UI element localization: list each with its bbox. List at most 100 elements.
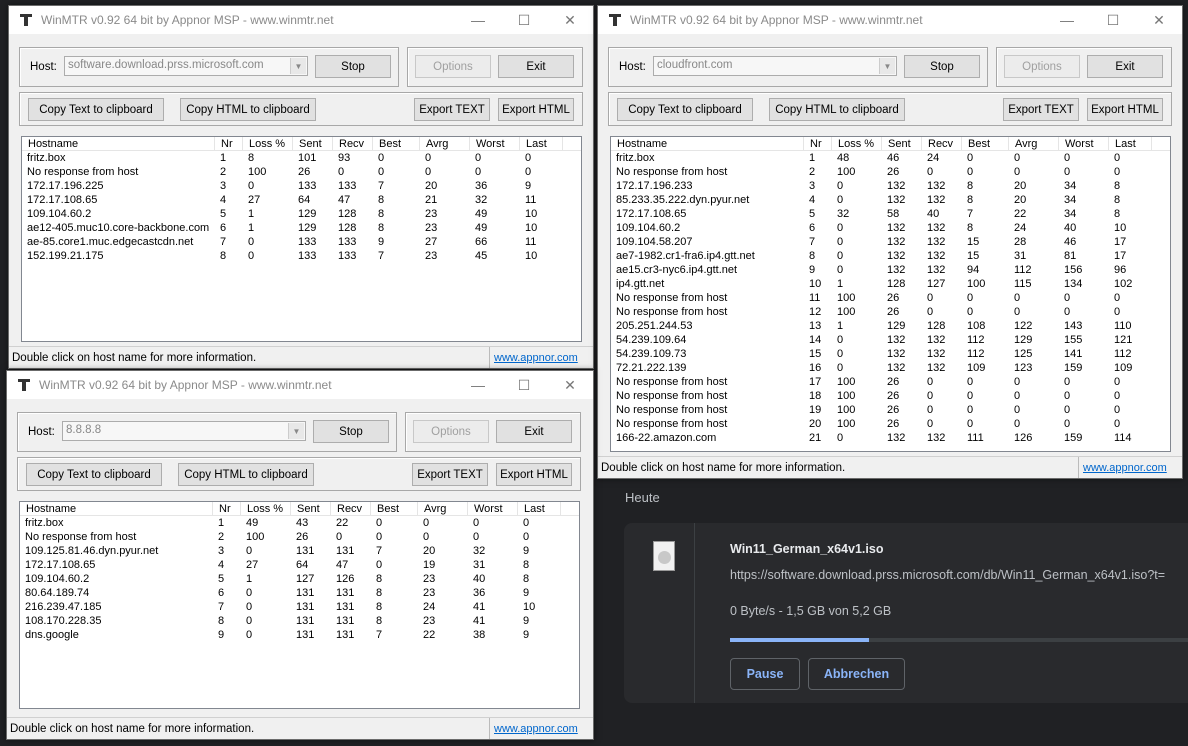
column-header[interactable]: Best <box>962 137 1009 150</box>
table-row[interactable]: 172.17.196.233 3 0 132 132 8 20 34 8 <box>611 179 1170 193</box>
column-header[interactable]: Sent <box>882 137 922 150</box>
maximize-button[interactable]: ☐ <box>501 371 547 399</box>
download-file-name[interactable]: Win11_German_x64v1.iso <box>730 542 883 556</box>
host-combobox[interactable]: 8.8.8.8 ▼ <box>62 421 306 441</box>
results-table[interactable]: Hostname Nr Loss % Sent Recv Best Avrg Worst Las… <box>19 501 580 709</box>
table-row[interactable]: 172.17.196.225 3 0 133 133 7 20 36 9 <box>22 179 581 193</box>
download-url[interactable]: https://software.download.prss.microsoft… <box>730 568 1165 582</box>
column-header[interactable]: Avrg <box>420 137 470 150</box>
column-header[interactable]: Recv <box>331 502 371 515</box>
table-row[interactable]: 54.239.109.73 15 0 132 132 112 125 141 112 <box>611 347 1170 361</box>
table-row[interactable]: fritz.box 1 49 43 22 0 0 0 0 <box>20 516 579 530</box>
column-header[interactable]: Avrg <box>418 502 468 515</box>
column-header[interactable]: Hostname <box>20 502 213 515</box>
host-combobox[interactable]: cloudfront.com ▼ <box>653 56 897 76</box>
export-html-button[interactable]: Export HTML <box>1087 98 1163 121</box>
column-header[interactable]: Hostname <box>611 137 804 150</box>
table-row[interactable]: 152.199.21.175 8 0 133 133 7 23 45 10 <box>22 249 581 263</box>
table-row[interactable]: 109.125.81.46.dyn.pyur.net 3 0 131 131 7 20 32 9 <box>20 544 579 558</box>
pause-button[interactable]: Pause <box>730 658 800 690</box>
table-row[interactable]: No response from host 17 100 26 0 0 0 0 0 <box>611 375 1170 389</box>
table-row[interactable]: No response from host 2 100 26 0 0 0 0 0 <box>20 530 579 544</box>
minimize-button[interactable]: — <box>455 6 501 34</box>
table-row[interactable]: No response from host 19 100 26 0 0 0 0 0 <box>611 403 1170 417</box>
table-row[interactable]: ae-85.core1.muc.edgecastcdn.net 7 0 133 133 9… <box>22 235 581 249</box>
table-row[interactable]: ae7-1982.cr1-fra6.ip4.gtt.net 8 0 132 132 15 3… <box>611 249 1170 263</box>
export-text-button[interactable]: Export TEXT <box>412 463 488 486</box>
maximize-button[interactable]: ☐ <box>1090 6 1136 34</box>
table-row[interactable]: No response from host 20 100 26 0 0 0 0 0 <box>611 417 1170 431</box>
minimize-button[interactable]: — <box>455 371 501 399</box>
table-row[interactable]: 172.17.108.65 4 27 64 47 0 19 31 8 <box>20 558 579 572</box>
copy-text-button[interactable]: Copy Text to clipboard <box>26 463 162 486</box>
exit-button[interactable]: Exit <box>1087 55 1163 78</box>
table-row[interactable]: No response from host 12 100 26 0 0 0 0 0 <box>611 305 1170 319</box>
results-table[interactable]: Hostname Nr Loss % Sent Recv Best Avrg Worst Las… <box>21 136 582 342</box>
column-header[interactable]: Worst <box>470 137 520 150</box>
column-header[interactable]: Worst <box>468 502 518 515</box>
column-header[interactable]: Last <box>518 502 561 515</box>
copy-text-button[interactable]: Copy Text to clipboard <box>28 98 164 121</box>
table-row[interactable]: 109.104.60.2 5 1 129 128 8 23 49 10 <box>22 207 581 221</box>
export-html-button[interactable]: Export HTML <box>496 463 572 486</box>
table-row[interactable]: 205.251.244.53 13 1 129 128 108 122 143 110 <box>611 319 1170 333</box>
table-row[interactable]: 166-22.amazon.com 21 0 132 132 111 126 159 114 <box>611 431 1170 445</box>
export-text-button[interactable]: Export TEXT <box>1003 98 1079 121</box>
column-header[interactable]: Last <box>1109 137 1152 150</box>
export-text-button[interactable]: Export TEXT <box>414 98 490 121</box>
close-button[interactable]: ✕ <box>1136 6 1182 34</box>
column-header[interactable]: Last <box>520 137 563 150</box>
table-row[interactable]: ae15.cr3-nyc6.ip4.gtt.net 9 0 132 132 94 112 15… <box>611 263 1170 277</box>
table-row[interactable]: ip4.gtt.net 10 1 128 127 100 115 134 102 <box>611 277 1170 291</box>
column-header[interactable]: Nr <box>804 137 832 150</box>
results-table[interactable]: Hostname Nr Loss % Sent Recv Best Avrg Worst Las… <box>610 136 1171 452</box>
stop-button[interactable]: Stop <box>904 55 980 78</box>
table-row[interactable]: fritz.box 1 8 101 93 0 0 0 0 <box>22 151 581 165</box>
table-row[interactable]: 72.21.222.139 16 0 132 132 109 123 159 109 <box>611 361 1170 375</box>
copy-text-button[interactable]: Copy Text to clipboard <box>617 98 753 121</box>
table-row[interactable]: 80.64.189.74 6 0 131 131 8 23 36 9 <box>20 586 579 600</box>
close-button[interactable]: ✕ <box>547 371 593 399</box>
table-row[interactable]: dns.google 9 0 131 131 7 22 38 9 <box>20 628 579 642</box>
export-html-button[interactable]: Export HTML <box>498 98 574 121</box>
table-row[interactable]: fritz.box 1 48 46 24 0 0 0 0 <box>611 151 1170 165</box>
maximize-button[interactable]: ☐ <box>501 6 547 34</box>
table-row[interactable]: No response from host 2 100 26 0 0 0 0 0 <box>611 165 1170 179</box>
table-row[interactable]: 109.104.60.2 6 0 132 132 8 24 40 10 <box>611 221 1170 235</box>
column-header[interactable]: Best <box>373 137 420 150</box>
chevron-down-icon[interactable]: ▼ <box>290 58 306 74</box>
table-row[interactable]: 172.17.108.65 4 27 64 47 8 21 32 11 <box>22 193 581 207</box>
table-row[interactable]: No response from host 11 100 26 0 0 0 0 0 <box>611 291 1170 305</box>
host-combobox[interactable]: software.download.prss.microsoft.com ▼ <box>64 56 308 76</box>
column-header[interactable]: Recv <box>333 137 373 150</box>
table-row[interactable]: 108.170.228.35 8 0 131 131 8 23 41 9 <box>20 614 579 628</box>
stop-button[interactable]: Stop <box>315 55 391 78</box>
table-row[interactable]: No response from host 2 100 26 0 0 0 0 0 <box>22 165 581 179</box>
appnor-link[interactable]: www.appnor.com <box>1078 457 1182 478</box>
column-header[interactable]: Loss % <box>243 137 293 150</box>
table-row[interactable]: 172.17.108.65 5 32 58 40 7 22 34 8 <box>611 207 1170 221</box>
column-header[interactable]: Avrg <box>1009 137 1059 150</box>
column-header[interactable]: Hostname <box>22 137 215 150</box>
table-row[interactable]: No response from host 18 100 26 0 0 0 0 0 <box>611 389 1170 403</box>
exit-button[interactable]: Exit <box>498 55 574 78</box>
stop-button[interactable]: Stop <box>313 420 389 443</box>
table-row[interactable]: 109.104.60.2 5 1 127 126 8 23 40 8 <box>20 572 579 586</box>
exit-button[interactable]: Exit <box>496 420 572 443</box>
column-header[interactable]: Sent <box>293 137 333 150</box>
copy-html-button[interactable]: Copy HTML to clipboard <box>769 98 905 121</box>
appnor-link[interactable]: www.appnor.com <box>489 718 593 739</box>
copy-html-button[interactable]: Copy HTML to clipboard <box>178 463 314 486</box>
table-row[interactable]: 85.233.35.222.dyn.pyur.net 4 0 132 132 8 20 34 8 <box>611 193 1170 207</box>
column-header[interactable]: Nr <box>213 502 241 515</box>
column-header[interactable]: Loss % <box>832 137 882 150</box>
table-row[interactable]: 109.104.58.207 7 0 132 132 15 28 46 17 <box>611 235 1170 249</box>
chevron-down-icon[interactable]: ▼ <box>879 58 895 74</box>
minimize-button[interactable]: — <box>1044 6 1090 34</box>
column-header[interactable]: Best <box>371 502 418 515</box>
cancel-button[interactable]: Abbrechen <box>808 658 905 690</box>
copy-html-button[interactable]: Copy HTML to clipboard <box>180 98 316 121</box>
close-button[interactable]: ✕ <box>547 6 593 34</box>
column-header[interactable]: Recv <box>922 137 962 150</box>
column-header[interactable]: Loss % <box>241 502 291 515</box>
